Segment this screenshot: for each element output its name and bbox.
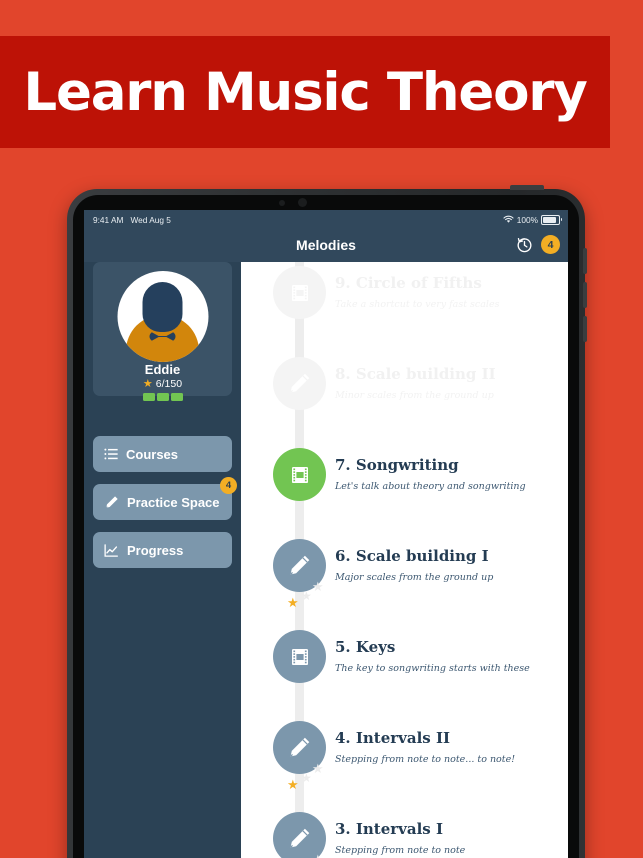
promo-headline: Learn Music Theory bbox=[23, 61, 587, 123]
sidebar-item-label: Progress bbox=[127, 542, 184, 558]
status-bar-right: 100% bbox=[503, 214, 562, 225]
star-icon-filled: ★ bbox=[287, 595, 299, 610]
battery-full-icon bbox=[541, 214, 562, 225]
streak-blocks bbox=[93, 393, 232, 401]
film-icon bbox=[291, 648, 308, 665]
power-button[interactable] bbox=[510, 185, 544, 190]
pencil-icon bbox=[290, 373, 310, 393]
streak-block bbox=[156, 393, 169, 401]
list-icon bbox=[104, 448, 118, 460]
sidebar-item-label: Courses bbox=[126, 446, 179, 462]
lesson-title: 4. Intervals II bbox=[335, 729, 451, 747]
sidebar-item-label: Practice Space bbox=[127, 494, 220, 510]
wifi-icon bbox=[503, 215, 514, 223]
profile-score: ★ 6/150 bbox=[93, 378, 232, 390]
app-store-screenshot: Learn Music Theory 9:41 AM Wed Aug 5 100… bbox=[0, 0, 643, 858]
mute-button[interactable] bbox=[583, 316, 587, 342]
sensor-dot-icon bbox=[279, 200, 285, 206]
app-screen: 9:41 AM Wed Aug 5 100% Melodies 4 Eddie … bbox=[84, 210, 568, 858]
volume-down-button[interactable] bbox=[583, 282, 587, 308]
status-bar: 9:41 AM Wed Aug 5 100% bbox=[84, 210, 568, 229]
sidebar: Eddie ★ 6/150 Courses Practice Space 4 P… bbox=[84, 262, 241, 858]
volume-up-button[interactable] bbox=[583, 248, 587, 274]
front-camera-icon bbox=[298, 198, 307, 207]
sidebar-item-practice-space[interactable]: Practice Space 4 bbox=[93, 477, 237, 520]
lesson-item[interactable]: 5. Keys The key to songwriting starts wi… bbox=[241, 624, 568, 715]
lesson-node[interactable] bbox=[273, 448, 326, 501]
lesson-node[interactable] bbox=[273, 357, 326, 410]
status-date: Wed Aug 5 bbox=[130, 214, 171, 225]
lesson-description: Major scales from the ground up bbox=[335, 572, 494, 583]
lesson-title: 3. Intervals I bbox=[335, 820, 443, 838]
status-bar-left: 9:41 AM Wed Aug 5 bbox=[93, 215, 171, 225]
lesson-item[interactable]: 8. Scale building II Minor scales from t… bbox=[241, 351, 568, 442]
lesson-title: 6. Scale building I bbox=[335, 547, 489, 565]
film-icon bbox=[291, 284, 308, 301]
lesson-description: The key to songwriting starts with these bbox=[335, 663, 530, 674]
navigation-bar: Melodies 4 bbox=[84, 229, 568, 262]
user-avatar-icon bbox=[117, 271, 208, 362]
lesson-description: Let's talk about theory and songwriting bbox=[335, 481, 526, 492]
pencil-icon bbox=[290, 828, 310, 848]
lesson-description: Minor scales from the ground up bbox=[335, 390, 494, 401]
sidebar-item-courses[interactable]: Courses bbox=[93, 436, 232, 472]
pencil-icon bbox=[290, 737, 310, 757]
lesson-item[interactable]: 7. Songwriting Let's talk about theory a… bbox=[241, 442, 568, 533]
page-title: Melodies bbox=[296, 237, 356, 253]
chart-line-icon bbox=[104, 543, 118, 557]
sidebar-item-progress[interactable]: Progress bbox=[93, 532, 232, 568]
lesson-description: Stepping from note to note... to note! bbox=[335, 754, 516, 765]
navigation-actions: 4 bbox=[515, 235, 560, 254]
lesson-timeline-list[interactable]: 9. Circle of Fifths Take a shortcut to v… bbox=[241, 262, 568, 858]
profile-score-value: 6/150 bbox=[155, 378, 183, 390]
lesson-node[interactable] bbox=[273, 630, 326, 683]
lesson-node[interactable] bbox=[273, 539, 326, 592]
pencil-icon bbox=[290, 555, 310, 575]
pencil-icon bbox=[105, 495, 118, 508]
status-time: 9:41 AM bbox=[93, 214, 124, 225]
lesson-item[interactable]: ★ ★ ★ 3. Intervals I Stepping from note … bbox=[241, 806, 568, 858]
lesson-title: 5. Keys bbox=[335, 638, 396, 656]
lesson-title: 7. Songwriting bbox=[335, 456, 459, 474]
streak-block bbox=[170, 393, 183, 401]
profile-name: Eddie bbox=[144, 362, 181, 377]
lesson-title: 9. Circle of Fifths bbox=[335, 274, 482, 292]
lesson-title: 8. Scale building II bbox=[335, 365, 496, 383]
star-icon-filled: ★ bbox=[287, 777, 299, 792]
lesson-item[interactable]: ★ ★ ★ 4. Intervals II Stepping from note… bbox=[241, 715, 568, 806]
lesson-item[interactable]: ★ ★ ★ 6. Scale building I Major scales f… bbox=[241, 533, 568, 624]
practice-space-badge: 4 bbox=[220, 477, 237, 494]
lesson-description: Stepping from note to note bbox=[335, 845, 466, 856]
profile-card[interactable]: Eddie ★ 6/150 bbox=[93, 262, 232, 401]
film-icon bbox=[291, 466, 308, 483]
lesson-node[interactable] bbox=[273, 266, 326, 319]
lesson-node[interactable] bbox=[273, 721, 326, 774]
lesson-node[interactable] bbox=[273, 812, 326, 858]
streak-block bbox=[142, 393, 155, 401]
nav-badge-count[interactable]: 4 bbox=[541, 235, 560, 254]
battery-percent-label: 100% bbox=[516, 214, 538, 225]
star-icon: ★ bbox=[142, 377, 153, 390]
lesson-item[interactable]: 9. Circle of Fifths Take a shortcut to v… bbox=[241, 262, 568, 351]
lesson-description: Take a shortcut to very fast scales bbox=[335, 299, 500, 310]
timer-reset-icon[interactable] bbox=[515, 235, 534, 254]
